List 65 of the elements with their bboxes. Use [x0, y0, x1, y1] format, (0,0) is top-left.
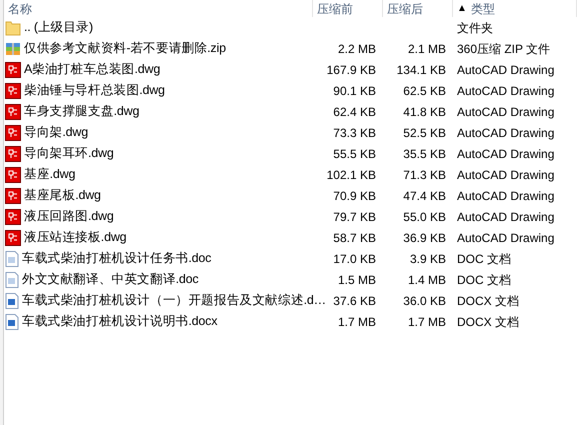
column-header[interactable]: 压缩后 [387, 0, 423, 18]
file-size: 3.9 KB [410, 250, 446, 268]
file-name[interactable]: 车载式柴油打桩机设计任务书.doc [22, 249, 212, 268]
archive-icon [5, 40, 21, 56]
sort-arrow-icon: ▲ [457, 1, 467, 16]
file-type: AutoCAD Drawing [457, 188, 554, 202]
file-name[interactable]: 导向架.dwg [24, 123, 88, 142]
file-size: 2.1 MB [408, 40, 446, 58]
file-name[interactable]: .. (上级目录) [24, 18, 93, 37]
file-size: 1.7 MB [408, 314, 446, 330]
file-size: 70.9 KB [333, 188, 376, 204]
file-size: 102.1 KB [326, 166, 376, 184]
file-name[interactable]: 基座尾板.dwg [24, 186, 101, 205]
file-size: 55.5 KB [333, 146, 376, 162]
file-size: 36.9 KB [403, 230, 446, 246]
file-type: AutoCAD Drawing [457, 126, 554, 140]
file-name[interactable]: 液压回路图.dwg [24, 207, 114, 226]
file-name[interactable]: 外文文献翻译、中英文翻译.doc [22, 270, 198, 289]
file-size: 79.7 KB [333, 208, 376, 226]
file-size: 1.5 MB [338, 272, 376, 288]
file-name[interactable]: 基座.dwg [24, 165, 76, 184]
file-type: DOCX 文档 [457, 314, 520, 328]
file-type: AutoCAD Drawing [457, 84, 554, 98]
file-size: 36.0 KB [403, 292, 446, 310]
file-size: 47.4 KB [403, 188, 446, 204]
file-name[interactable]: 车载式柴油打桩机设计说明书.docx [22, 312, 218, 331]
file-name[interactable]: 柴油锤与导杆总装图.dwg [24, 81, 165, 100]
file-type: 360压缩 ZIP 文件 [457, 42, 550, 56]
file-size: 37.6 KB [333, 292, 376, 310]
column-header[interactable]: 压缩前 [317, 0, 353, 18]
folder-icon [5, 20, 21, 36]
file-size: 167.9 KB [326, 62, 376, 78]
file-size: 17.0 KB [333, 250, 376, 268]
file-type: DOC 文档 [457, 272, 511, 286]
file-type: DOC 文档 [457, 252, 511, 266]
file-size: 1.7 MB [338, 314, 376, 330]
file-type: AutoCAD Drawing [457, 146, 554, 160]
file-type: AutoCAD Drawing [457, 210, 554, 224]
file-type: AutoCAD Drawing [457, 230, 554, 244]
file-name[interactable]: 导向架耳环.dwg [24, 144, 114, 163]
column-header[interactable]: 名称 [8, 0, 32, 18]
file-type: 文件夹 [457, 20, 493, 34]
column-header[interactable]: 类型 [470, 0, 495, 18]
file-size: 52.5 KB [403, 124, 446, 142]
file-size: 90.1 KB [333, 82, 376, 100]
file-size: 35.5 KB [403, 146, 446, 162]
file-size: 58.7 KB [333, 230, 376, 246]
file-name[interactable]: 液压站连接板.dwg [24, 228, 126, 247]
file-size: 62.4 KB [333, 104, 376, 120]
file-size: 62.5 KB [403, 82, 446, 100]
file-size: 2.2 MB [338, 40, 376, 58]
file-size: 73.3 KB [333, 124, 376, 142]
file-size: 134.1 KB [396, 62, 446, 78]
file-size: 41.8 KB [403, 104, 446, 120]
file-size: 1.4 MB [408, 272, 446, 288]
file-type: DOCX 文档 [457, 294, 520, 308]
file-size: 71.3 KB [403, 166, 446, 184]
file-type: AutoCAD Drawing [457, 104, 554, 118]
file-name[interactable]: 车身支撑腿支盘.dwg [24, 102, 140, 121]
file-type: AutoCAD Drawing [457, 168, 554, 182]
file-name[interactable]: 仅供参考文献资料-若不要请删除.zip [24, 39, 226, 58]
file-size: 55.0 KB [403, 208, 446, 226]
file-name[interactable]: 车载式柴油打桩机设计（一）开题报告及文献综述.d… [22, 291, 326, 310]
file-name[interactable]: A柴油打桩车总装图.dwg [24, 60, 160, 79]
file-type: AutoCAD Drawing [457, 62, 554, 76]
